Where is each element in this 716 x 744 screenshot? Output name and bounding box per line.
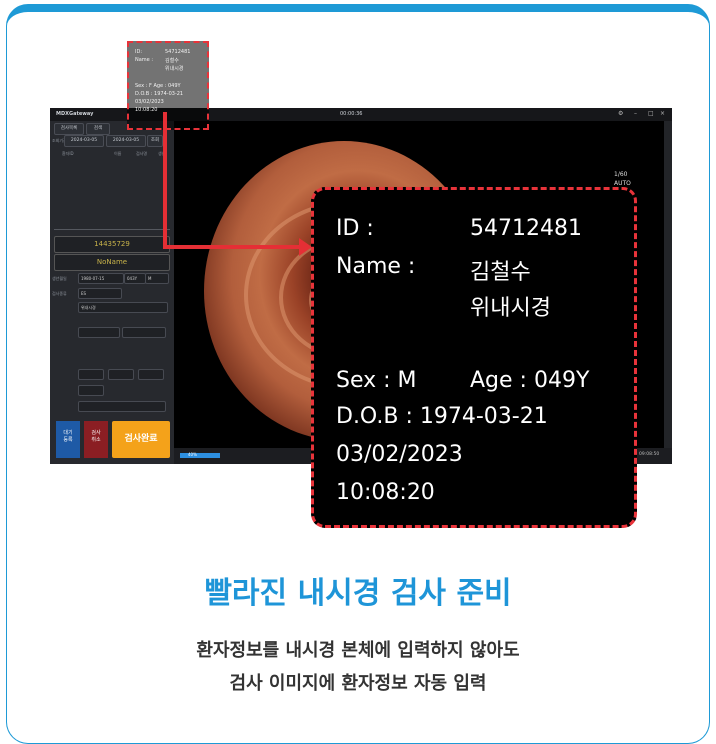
patient-name-field[interactable]: NoName <box>54 254 170 271</box>
zoom-sex: Sex : M <box>336 368 417 393</box>
note-field-1[interactable] <box>78 369 104 380</box>
mode-indicator: AUTO <box>614 180 631 187</box>
arrow-line-horizontal <box>163 245 301 249</box>
option-field-1[interactable] <box>78 327 120 338</box>
note-field-5[interactable] <box>78 401 166 412</box>
arrow-line-vertical <box>163 112 167 248</box>
sex-field[interactable]: M <box>145 273 169 284</box>
small-id-value: 54712481 <box>165 49 191 55</box>
divider <box>54 229 170 230</box>
zoom-date: 03/02/2023 <box>336 442 463 467</box>
small-time: 10:08:20 <box>135 107 158 113</box>
zoom-age: Age : 049Y <box>470 368 590 393</box>
zoom-id-value: 54712481 <box>470 216 582 241</box>
gear-icon[interactable]: ⚙ <box>618 110 623 117</box>
note-field-2[interactable] <box>108 369 134 380</box>
tab-search[interactable]: 검색 <box>86 123 110 135</box>
left-panel: 검사목록 검색 조회기간 2024-03-05 2024-03-05 조회 환자… <box>50 121 174 464</box>
status-time: 09:08:50 <box>639 452 660 457</box>
zoom-dob: D.O.B : 1974-03-21 <box>336 404 548 429</box>
tab-exam-list[interactable]: 검사목록 <box>54 123 84 135</box>
cancel-label: 검사 취소 <box>91 430 101 443</box>
dob-label: 생년월일 <box>52 276 67 281</box>
app-title: MDXGateway <box>56 111 94 117</box>
maximize-icon[interactable]: □ <box>648 110 654 117</box>
register-label: 대기 등록 <box>63 430 73 443</box>
small-date: 03/02/2023 <box>135 99 164 105</box>
exam-type-field[interactable]: ES <box>78 288 122 299</box>
progress-bar <box>180 453 220 458</box>
cancel-exam-button[interactable]: 검사 취소 <box>84 421 108 458</box>
timer: 00:00:36 <box>340 111 363 117</box>
zoomed-info-overlay: ID : 54712481 Name : 김철수 위내시경 Sex : M Ag… <box>311 187 637 528</box>
small-info-overlay: ID: 54712481 Name : 김철수 위내시경 Sex : F Age… <box>127 41 209 130</box>
exam-complete-button[interactable]: 검사완료 <box>112 421 170 458</box>
headline: 빨라진 내시경 검사 준비 <box>204 576 512 611</box>
subline-2: 검사 이미지에 환자정보 자동 입력 <box>229 673 487 694</box>
small-exam: 위내시경 <box>165 66 184 72</box>
col-header-name: 이름 <box>114 151 122 156</box>
exam-name-field[interactable]: 위내시경 <box>78 302 168 313</box>
frame-counter: 1/60 <box>614 171 628 178</box>
date-from-field[interactable]: 2024-03-05 <box>64 135 104 147</box>
exam-label: 검사종류 <box>52 291 67 296</box>
age-field[interactable]: 043Y <box>124 273 146 284</box>
col-header-id: 환자ID <box>62 151 74 156</box>
close-icon[interactable]: × <box>660 110 665 117</box>
register-button[interactable]: 대기 등록 <box>56 421 80 458</box>
subline-1: 환자정보를 내시경 본체에 입력하지 않아도 <box>196 640 520 661</box>
progress-text: 40% <box>188 452 197 457</box>
zoom-id-label: ID : <box>336 216 374 241</box>
col-header-exam: 검사명 <box>136 151 148 156</box>
zoom-name-label: Name : <box>336 254 416 279</box>
small-id-label: ID: <box>135 49 143 55</box>
dob-field[interactable]: 1980-07-15 <box>78 273 124 284</box>
zoom-time: 10:08:20 <box>336 480 435 505</box>
minimize-icon[interactable]: – <box>634 110 637 117</box>
zoom-name-value: 김철수 <box>470 260 531 285</box>
small-dob: D.O.B : 1974-03-21 <box>135 91 184 97</box>
date-to-field[interactable]: 2024-03-05 <box>106 135 146 147</box>
option-field-2[interactable] <box>122 327 166 338</box>
zoom-exam: 위내시경 <box>470 296 551 321</box>
small-sex-age: Sex : F Age : 049Y <box>135 83 181 89</box>
small-name-value: 김철수 <box>165 58 179 64</box>
search-button[interactable]: 조회 <box>147 135 163 147</box>
patient-number-field[interactable]: 14435729 <box>54 236 170 253</box>
note-field-3[interactable] <box>138 369 164 380</box>
note-field-4[interactable] <box>78 385 104 396</box>
small-name-label: Name : <box>135 57 154 63</box>
